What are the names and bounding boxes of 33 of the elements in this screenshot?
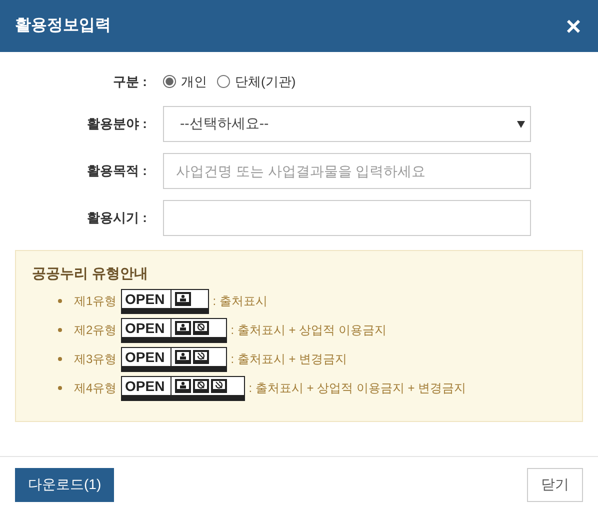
close-button[interactable]: 닫기: [527, 468, 583, 502]
bullet-icon: [58, 357, 62, 361]
license-type: 제4유형: [74, 380, 117, 397]
input-field[interactable]: 사업건명 또는 사업결과물을 입력하세요: [163, 152, 531, 188]
license-type: 제2유형: [74, 322, 117, 339]
license-description: : 출처표시 + 상업적 이용금지: [230, 322, 386, 339]
field-label: 활용분야 :: [86, 114, 148, 133]
license-badge: OPEN: [120, 346, 227, 372]
download-button[interactable]: 다운로드(1): [15, 468, 114, 502]
license-badge: OPEN: [120, 376, 245, 400]
license-type: 제3유형: [74, 351, 117, 368]
field-label: 활용시기 :: [86, 208, 148, 227]
license-badge: OPEN: [120, 288, 209, 314]
dialog-title: 활용정보입력: [15, 16, 111, 36]
radio-button[interactable]: [217, 75, 230, 88]
license-badge: OPEN: [120, 318, 227, 342]
input-field[interactable]: [163, 200, 531, 236]
field-label: 구분 :: [112, 73, 148, 91]
caret-icon: [517, 120, 525, 128]
field-label: 활용목적 :: [86, 162, 148, 180]
bullet-icon: [58, 328, 62, 332]
guide-title: 공공누리 유형안내: [32, 264, 149, 282]
close-button[interactable]: ×: [564, 13, 583, 39]
bullet-icon: [58, 386, 62, 390]
select-field[interactable]: --선택하세요--: [163, 106, 531, 142]
license-description: : 출처표시 + 상업적 이용금지 + 변경금지: [248, 380, 466, 397]
bullet-icon: [58, 299, 62, 303]
radio-label: 개인: [181, 73, 207, 91]
radio-label: 단체(기관): [235, 73, 296, 91]
license-description: : 출처표시 + 변경금지: [230, 351, 348, 368]
license-description: : 출처표시: [212, 293, 268, 310]
license-type: 제1유형: [74, 293, 117, 310]
radio-button[interactable]: [163, 75, 176, 88]
